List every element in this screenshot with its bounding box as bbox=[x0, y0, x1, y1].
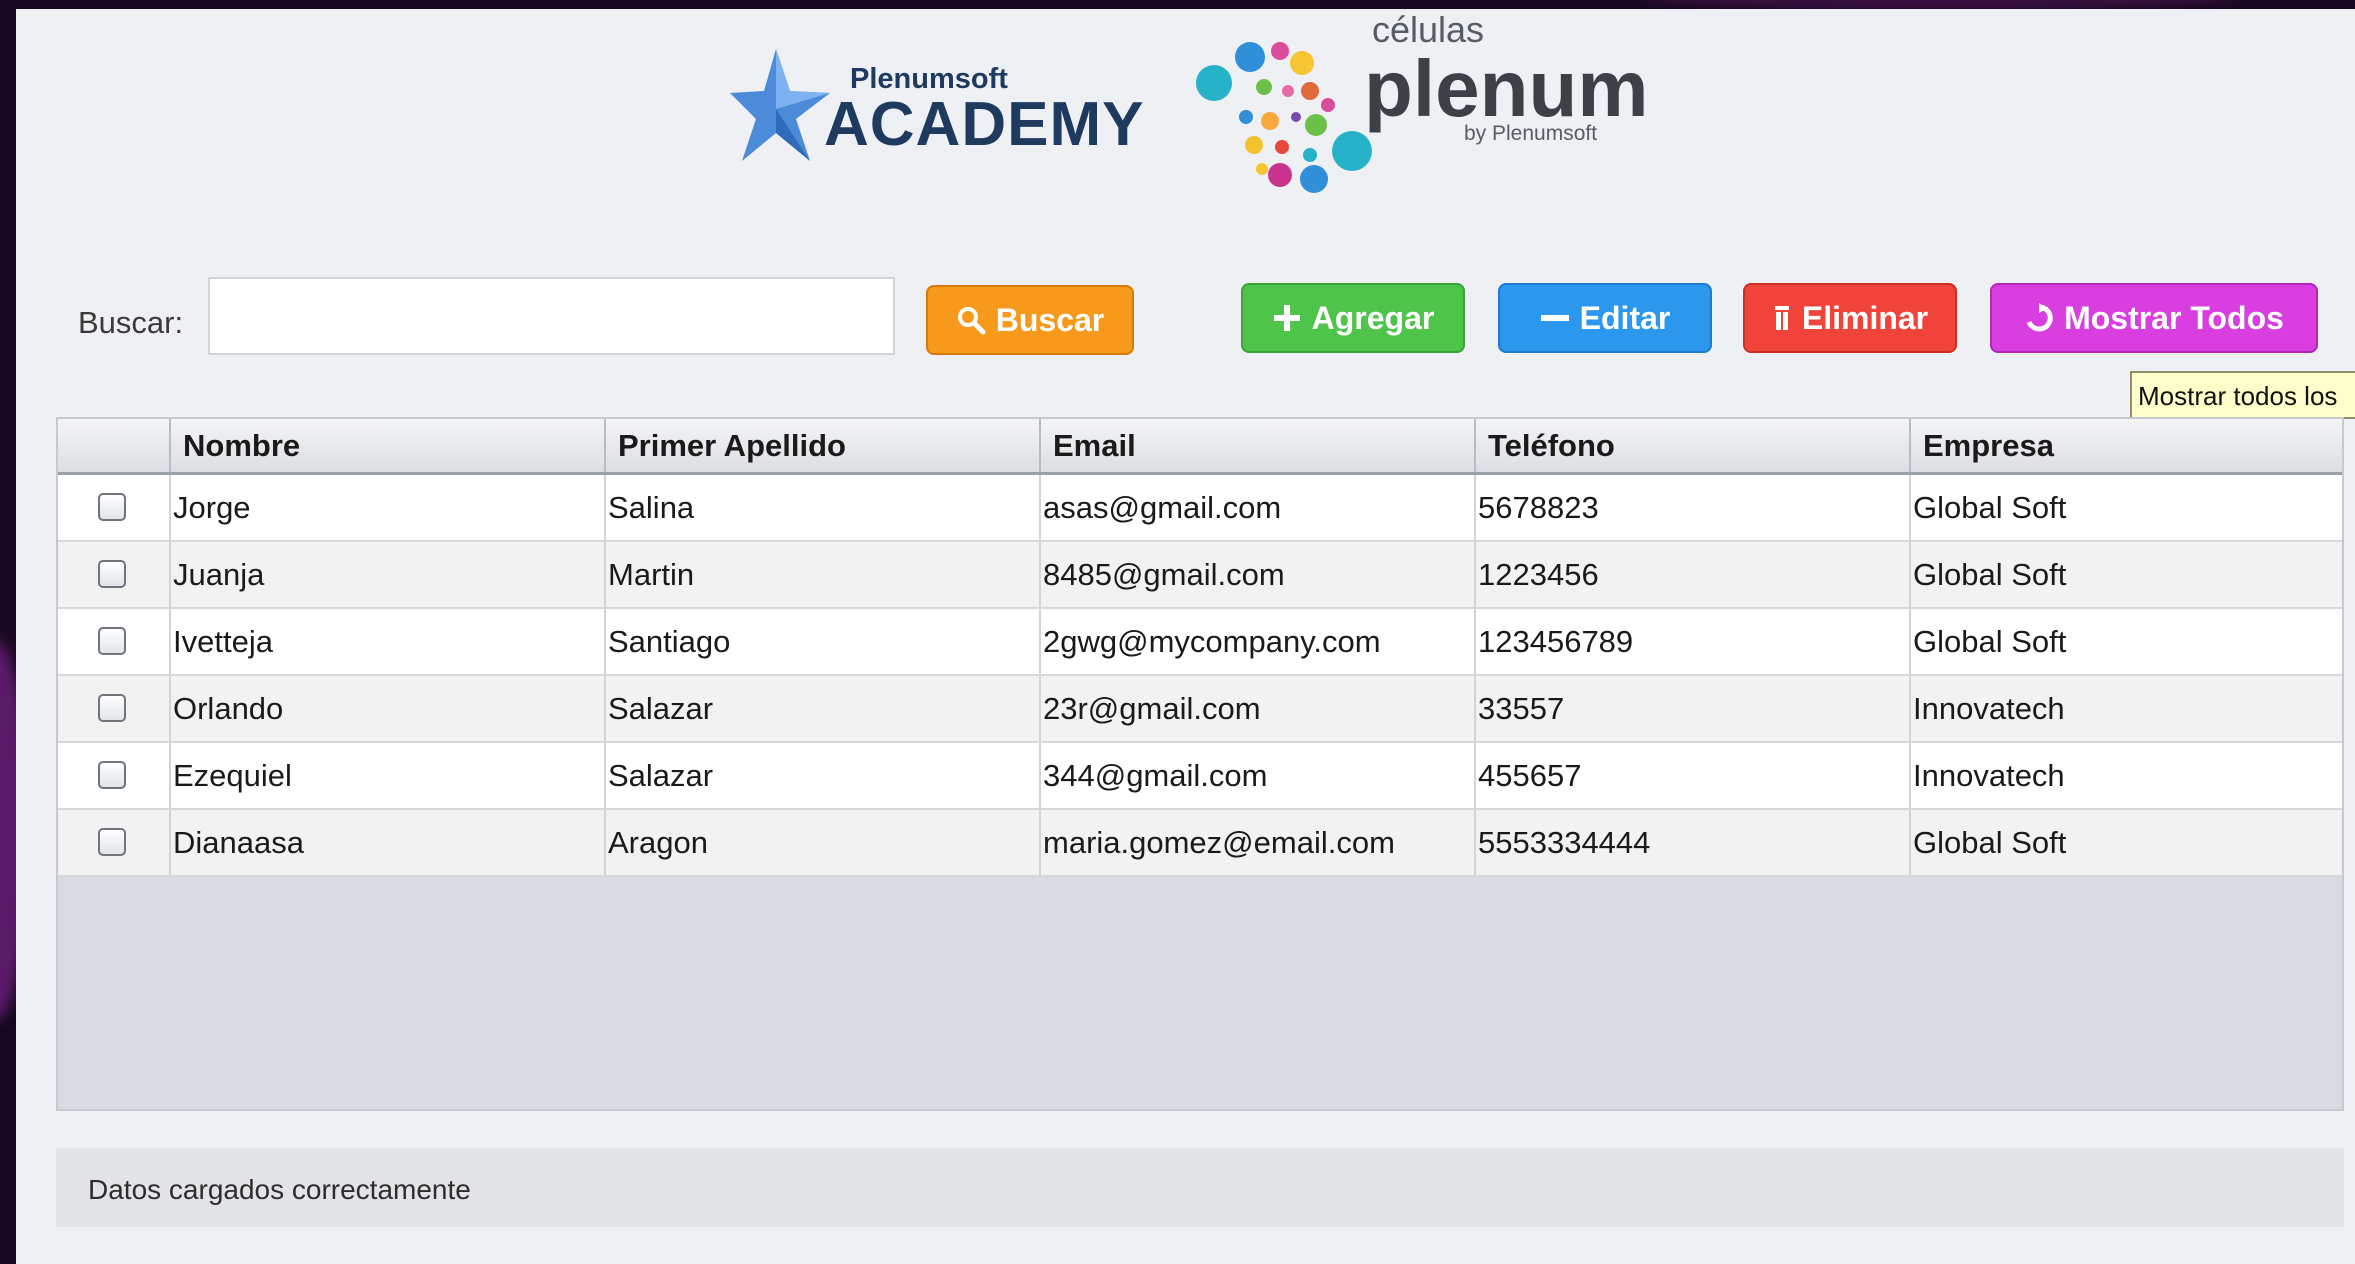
table-header: Nombre Primer Apellido Email Teléfono Em… bbox=[58, 419, 2342, 475]
table-row[interactable]: Juanja Martin 8485@gmail.com 1223456 Global … bbox=[58, 542, 2342, 609]
cell-nombre: Juanja bbox=[171, 542, 606, 607]
agregar-button[interactable]: Agregar bbox=[1241, 283, 1465, 353]
header-email[interactable]: Email bbox=[1041, 419, 1476, 472]
cell-telefono: 5553334444 bbox=[1476, 810, 1911, 875]
cell-primer-apellido: Salina bbox=[606, 475, 1041, 540]
cell-empresa: Innovatech bbox=[1913, 691, 2065, 726]
row-checkbox[interactable] bbox=[98, 761, 126, 789]
cell-nombre: Orlando bbox=[171, 676, 606, 741]
cell-empresa: Global Soft bbox=[1913, 557, 2067, 592]
table-row[interactable]: Jorge Salina asas@gmail.com 5678823 Global S… bbox=[58, 475, 2342, 542]
search-icon bbox=[957, 307, 986, 335]
table-row[interactable]: Ivetteja Santiago 2gwg@mycompany.com 123456… bbox=[58, 609, 2342, 676]
cell-email: 2gwg@mycompany.com bbox=[1041, 609, 1476, 674]
editar-button[interactable]: Editar bbox=[1498, 283, 1712, 353]
row-select-cell bbox=[58, 676, 171, 741]
search-label: Buscar: bbox=[78, 305, 184, 340]
tooltip: Mostrar todos los bbox=[2130, 371, 2355, 419]
cell-telefono: 5678823 bbox=[1476, 475, 1911, 540]
cell-empresa: Innovatech bbox=[1913, 758, 2065, 793]
plenumsoft-academy-logo: Plenumsoft ACADEMY bbox=[720, 39, 1143, 169]
row-select-cell bbox=[58, 609, 171, 674]
cell-primer-apellido: Salazar bbox=[606, 676, 1041, 741]
cell-primer-apellido: Salazar bbox=[606, 743, 1041, 808]
editar-label: Editar bbox=[1579, 299, 1671, 336]
row-select-cell bbox=[58, 810, 171, 875]
cell-telefono: 33557 bbox=[1476, 676, 1911, 741]
cell-nombre: Jorge bbox=[171, 475, 606, 540]
eliminar-button[interactable]: Eliminar bbox=[1743, 283, 1957, 353]
table-row[interactable]: Ezequiel Salazar 344@gmail.com 455657 Innova… bbox=[58, 743, 2342, 810]
cell-telefono: 1223456 bbox=[1476, 542, 1911, 607]
header-telefono[interactable]: Teléfono bbox=[1476, 419, 1911, 472]
celulas-plenum-logo: células plenum by Plenumsoft bbox=[1192, 9, 1652, 209]
cell-empresa: Global Soft bbox=[1913, 624, 2067, 659]
cell-email: 8485@gmail.com bbox=[1041, 542, 1476, 607]
data-table: Nombre Primer Apellido Email Teléfono Em… bbox=[56, 417, 2344, 1111]
cell-primer-apellido: Martin bbox=[606, 542, 1041, 607]
refresh-icon bbox=[2026, 303, 2053, 332]
search-input[interactable] bbox=[208, 277, 895, 355]
status-bar: Datos cargados correctamente bbox=[56, 1148, 2344, 1227]
row-select-cell bbox=[58, 542, 171, 607]
row-checkbox[interactable] bbox=[98, 828, 126, 856]
plus-icon bbox=[1273, 305, 1300, 331]
header-empresa[interactable]: Empresa bbox=[1911, 419, 2342, 472]
cell-telefono: 123456789 bbox=[1476, 609, 1911, 674]
cell-email: 23r@gmail.com bbox=[1041, 676, 1476, 741]
row-checkbox[interactable] bbox=[98, 493, 126, 521]
table-row[interactable]: Dianaasa Aragon maria.gomez@email.com 55533… bbox=[58, 810, 2342, 877]
eliminar-label: Eliminar bbox=[1801, 299, 1929, 336]
cell-telefono: 455657 bbox=[1476, 743, 1911, 808]
cell-nombre: Ezequiel bbox=[171, 743, 606, 808]
mostrar-todos-label: Mostrar Todos bbox=[2064, 299, 2284, 336]
academy-title: ACADEMY bbox=[824, 90, 1145, 159]
trash-icon bbox=[1774, 306, 1789, 330]
buscar-button[interactable]: Buscar bbox=[926, 285, 1134, 355]
header-nombre[interactable]: Nombre bbox=[171, 419, 606, 472]
table-row[interactable]: Orlando Salazar 23r@gmail.com 33557 Innovate… bbox=[58, 676, 2342, 743]
cell-primer-apellido: Aragon bbox=[606, 810, 1041, 875]
cell-primer-apellido: Santiago bbox=[606, 609, 1041, 674]
row-select-cell bbox=[58, 743, 171, 808]
agregar-label: Agregar bbox=[1311, 299, 1435, 336]
row-checkbox[interactable] bbox=[98, 560, 126, 588]
header-primer-apellido[interactable]: Primer Apellido bbox=[606, 419, 1041, 472]
minus-icon bbox=[1540, 315, 1569, 321]
cell-email: asas@gmail.com bbox=[1041, 475, 1476, 540]
by-plenumsoft: by Plenumsoft bbox=[1464, 122, 1598, 145]
cell-empresa: Global Soft bbox=[1913, 825, 2067, 860]
cell-email: maria.gomez@email.com bbox=[1041, 810, 1476, 875]
cell-nombre: Dianaasa bbox=[171, 810, 606, 875]
dots-logo-icon bbox=[1196, 42, 1372, 193]
cell-email: 344@gmail.com bbox=[1041, 743, 1476, 808]
mostrar-todos-button[interactable]: Mostrar Todos bbox=[1990, 283, 2318, 353]
cell-nombre: Ivetteja bbox=[171, 609, 606, 674]
app-window: Plenumsoft ACADEMY células plenum by Ple… bbox=[16, 9, 2355, 1264]
buscar-label: Buscar bbox=[995, 301, 1105, 338]
cell-empresa: Global Soft bbox=[1913, 490, 2067, 525]
row-select-cell bbox=[58, 475, 171, 540]
header-select[interactable] bbox=[58, 419, 171, 472]
row-checkbox[interactable] bbox=[98, 627, 126, 655]
row-checkbox[interactable] bbox=[98, 694, 126, 722]
status-text: Datos cargados correctamente bbox=[88, 1174, 471, 1205]
